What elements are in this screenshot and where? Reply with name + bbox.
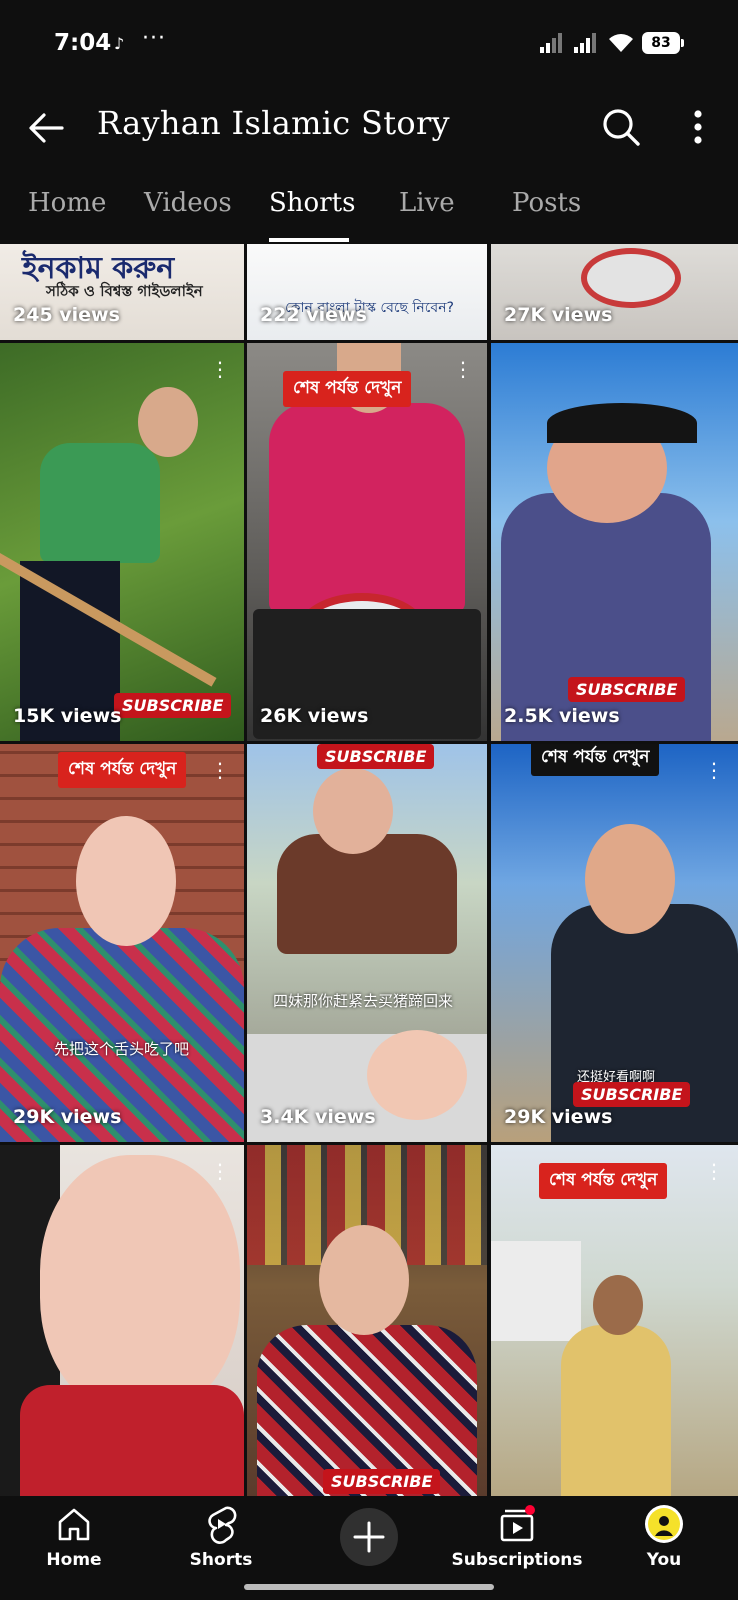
nav-subscriptions-label: Subscriptions xyxy=(451,1550,583,1570)
video-caption: 四妹那你赶紧去买猪蹄回来 xyxy=(273,992,454,1010)
more-vertical-icon[interactable]: ⋮ xyxy=(704,1161,724,1181)
baby-face xyxy=(367,1030,467,1120)
short-views: 15K views xyxy=(13,705,122,727)
signal-icon xyxy=(540,33,562,53)
short-views: 245 views xyxy=(13,304,120,326)
short-thumbnail[interactable]: SUBSCRIBE 四妹那你赶紧去买猪蹄回来 3.4K views xyxy=(247,744,487,1142)
nav-you-label: You xyxy=(646,1550,682,1570)
short-views: 26K views xyxy=(260,705,369,727)
grid-gutter xyxy=(244,244,247,1496)
short-thumbnail[interactable]: ⋮ xyxy=(0,1145,244,1496)
more-vertical-icon[interactable]: ⋮ xyxy=(704,760,724,780)
house-image xyxy=(491,1241,581,1341)
person-clothing xyxy=(561,1325,671,1496)
subscribe-badge: SUBSCRIBE xyxy=(573,1082,691,1107)
back-arrow-icon[interactable] xyxy=(26,108,66,148)
tab-live[interactable]: Live xyxy=(399,188,455,218)
short-thumbnail[interactable]: শেষ পর্যন্ত দেখুন ⋮ 26K views xyxy=(247,343,487,741)
short-thumbnail[interactable]: শেষ পর্যন্ত দেখুন ⋮ xyxy=(491,1145,738,1496)
person-face xyxy=(319,1225,409,1335)
more-vertical-icon[interactable]: ⋮ xyxy=(210,359,230,379)
short-thumbnail[interactable]: শেষ পর্যন্ত দেখুন 先把这个舌头吃了吧 ⋮ 29K views xyxy=(0,744,244,1142)
shorts-icon xyxy=(208,1506,237,1544)
short-views: 222 views xyxy=(260,304,367,326)
more-vertical-icon[interactable]: ⋮ xyxy=(210,760,230,780)
short-thumbnail[interactable]: SUBSCRIBE 2.5K views xyxy=(491,343,738,741)
watch-till-end-badge: শেষ পর্যন্ত দেখুন xyxy=(539,1163,668,1199)
short-thumbnail[interactable]: শেষ পর্যন্ত দেখুন 还挺好看啊啊 SUBSCRIBE ⋮ 29K… xyxy=(491,744,738,1142)
avatar-icon xyxy=(645,1505,683,1543)
channel-tabs: Home Videos Shorts Live Posts xyxy=(0,178,738,242)
wifi-icon xyxy=(609,34,633,52)
person-face xyxy=(593,1275,643,1335)
short-views: 27K views xyxy=(504,304,613,326)
tab-posts[interactable]: Posts xyxy=(512,188,581,218)
short-thumbnail[interactable]: ইনকাম করুন সঠিক ও বিশ্বস্ত গাইডলাইন 245 … xyxy=(0,244,244,340)
nav-home[interactable]: Home xyxy=(14,1496,134,1576)
search-icon[interactable] xyxy=(600,106,642,148)
watch-till-end-badge: শেষ পর্যন্ত দেখুন xyxy=(283,371,412,407)
person-face xyxy=(40,1155,240,1415)
subscribe-badge: SUBSCRIBE xyxy=(114,693,232,718)
subscribe-badge: SUBSCRIBE xyxy=(568,677,686,702)
person-face xyxy=(313,768,393,854)
pot-image xyxy=(581,248,681,308)
more-vertical-icon[interactable]: ⋮ xyxy=(210,1161,230,1181)
nav-shorts-label: Shorts xyxy=(189,1550,253,1570)
subscribe-badge: SUBSCRIBE xyxy=(317,744,435,769)
short-thumbnail[interactable]: SUBSCRIBE ⋮ 15K views xyxy=(0,343,244,741)
status-bar: 7:04 ♪ ··· 83 xyxy=(0,0,738,92)
channel-title: Rayhan Islamic Story xyxy=(97,104,450,142)
tab-home[interactable]: Home xyxy=(28,188,106,218)
subscriptions-icon xyxy=(500,1505,535,1542)
person-hair xyxy=(547,403,697,443)
home-icon xyxy=(58,1508,90,1541)
nav-you[interactable]: You xyxy=(604,1496,724,1576)
more-notifications-icon: ··· xyxy=(142,26,166,51)
create-plus-icon xyxy=(353,1521,385,1553)
overlay-subtitle: সঠিক ও বিশ্বস্ত গাইডলাইন xyxy=(46,282,203,300)
short-views: 29K views xyxy=(504,1106,613,1128)
short-thumbnail[interactable]: কোন বাংলা টাস্ক বেছে নিবেন? 222 views xyxy=(247,244,487,340)
person-face xyxy=(76,816,176,946)
active-tab-indicator xyxy=(269,238,349,242)
short-views: 29K views xyxy=(13,1106,122,1128)
person-face xyxy=(585,824,675,934)
person-face xyxy=(138,387,198,457)
subscribe-badge: SUBSCRIBE xyxy=(323,1469,441,1494)
channel-header: Rayhan Islamic Story xyxy=(0,92,738,164)
more-vertical-icon[interactable]: ⋮ xyxy=(453,359,473,379)
short-views: 2.5K views xyxy=(504,705,620,727)
person-shirt xyxy=(501,493,711,741)
watch-till-end-badge: শেষ পর্যন্ত দেখুন xyxy=(58,752,187,788)
person-shirt xyxy=(40,443,160,563)
person-clothing xyxy=(20,1385,244,1496)
signal-icon-2 xyxy=(574,33,596,53)
person-jacket xyxy=(269,403,465,613)
person-shirt xyxy=(277,834,457,954)
status-icons: 83 xyxy=(540,32,684,54)
nav-subscriptions[interactable]: Subscriptions xyxy=(452,1496,582,1576)
video-caption: 先把这个舌头吃了吧 xyxy=(54,1040,190,1058)
grid-gutter xyxy=(487,244,491,1496)
nav-home-label: Home xyxy=(46,1550,102,1570)
create-button[interactable] xyxy=(340,1508,398,1566)
more-vertical-icon[interactable] xyxy=(684,106,712,148)
tab-videos[interactable]: Videos xyxy=(144,188,232,218)
tiktok-notification-icon: ♪ xyxy=(114,34,125,53)
home-indicator xyxy=(244,1584,494,1590)
shorts-grid: ইনকাম করুন সঠিক ও বিশ্বস্ত গাইডলাইন 245 … xyxy=(0,244,738,1496)
battery-icon: 83 xyxy=(642,32,684,54)
short-thumbnail[interactable]: 27K views xyxy=(491,244,738,340)
short-views: 3.4K views xyxy=(260,1106,376,1128)
tab-shorts[interactable]: Shorts xyxy=(269,188,355,218)
watch-till-end-badge: শেষ পর্যন্ত দেখুন xyxy=(531,744,660,776)
short-thumbnail[interactable]: SUBSCRIBE xyxy=(247,1145,487,1496)
status-time: 7:04 xyxy=(54,30,112,56)
nav-shorts[interactable]: Shorts xyxy=(161,1496,281,1576)
